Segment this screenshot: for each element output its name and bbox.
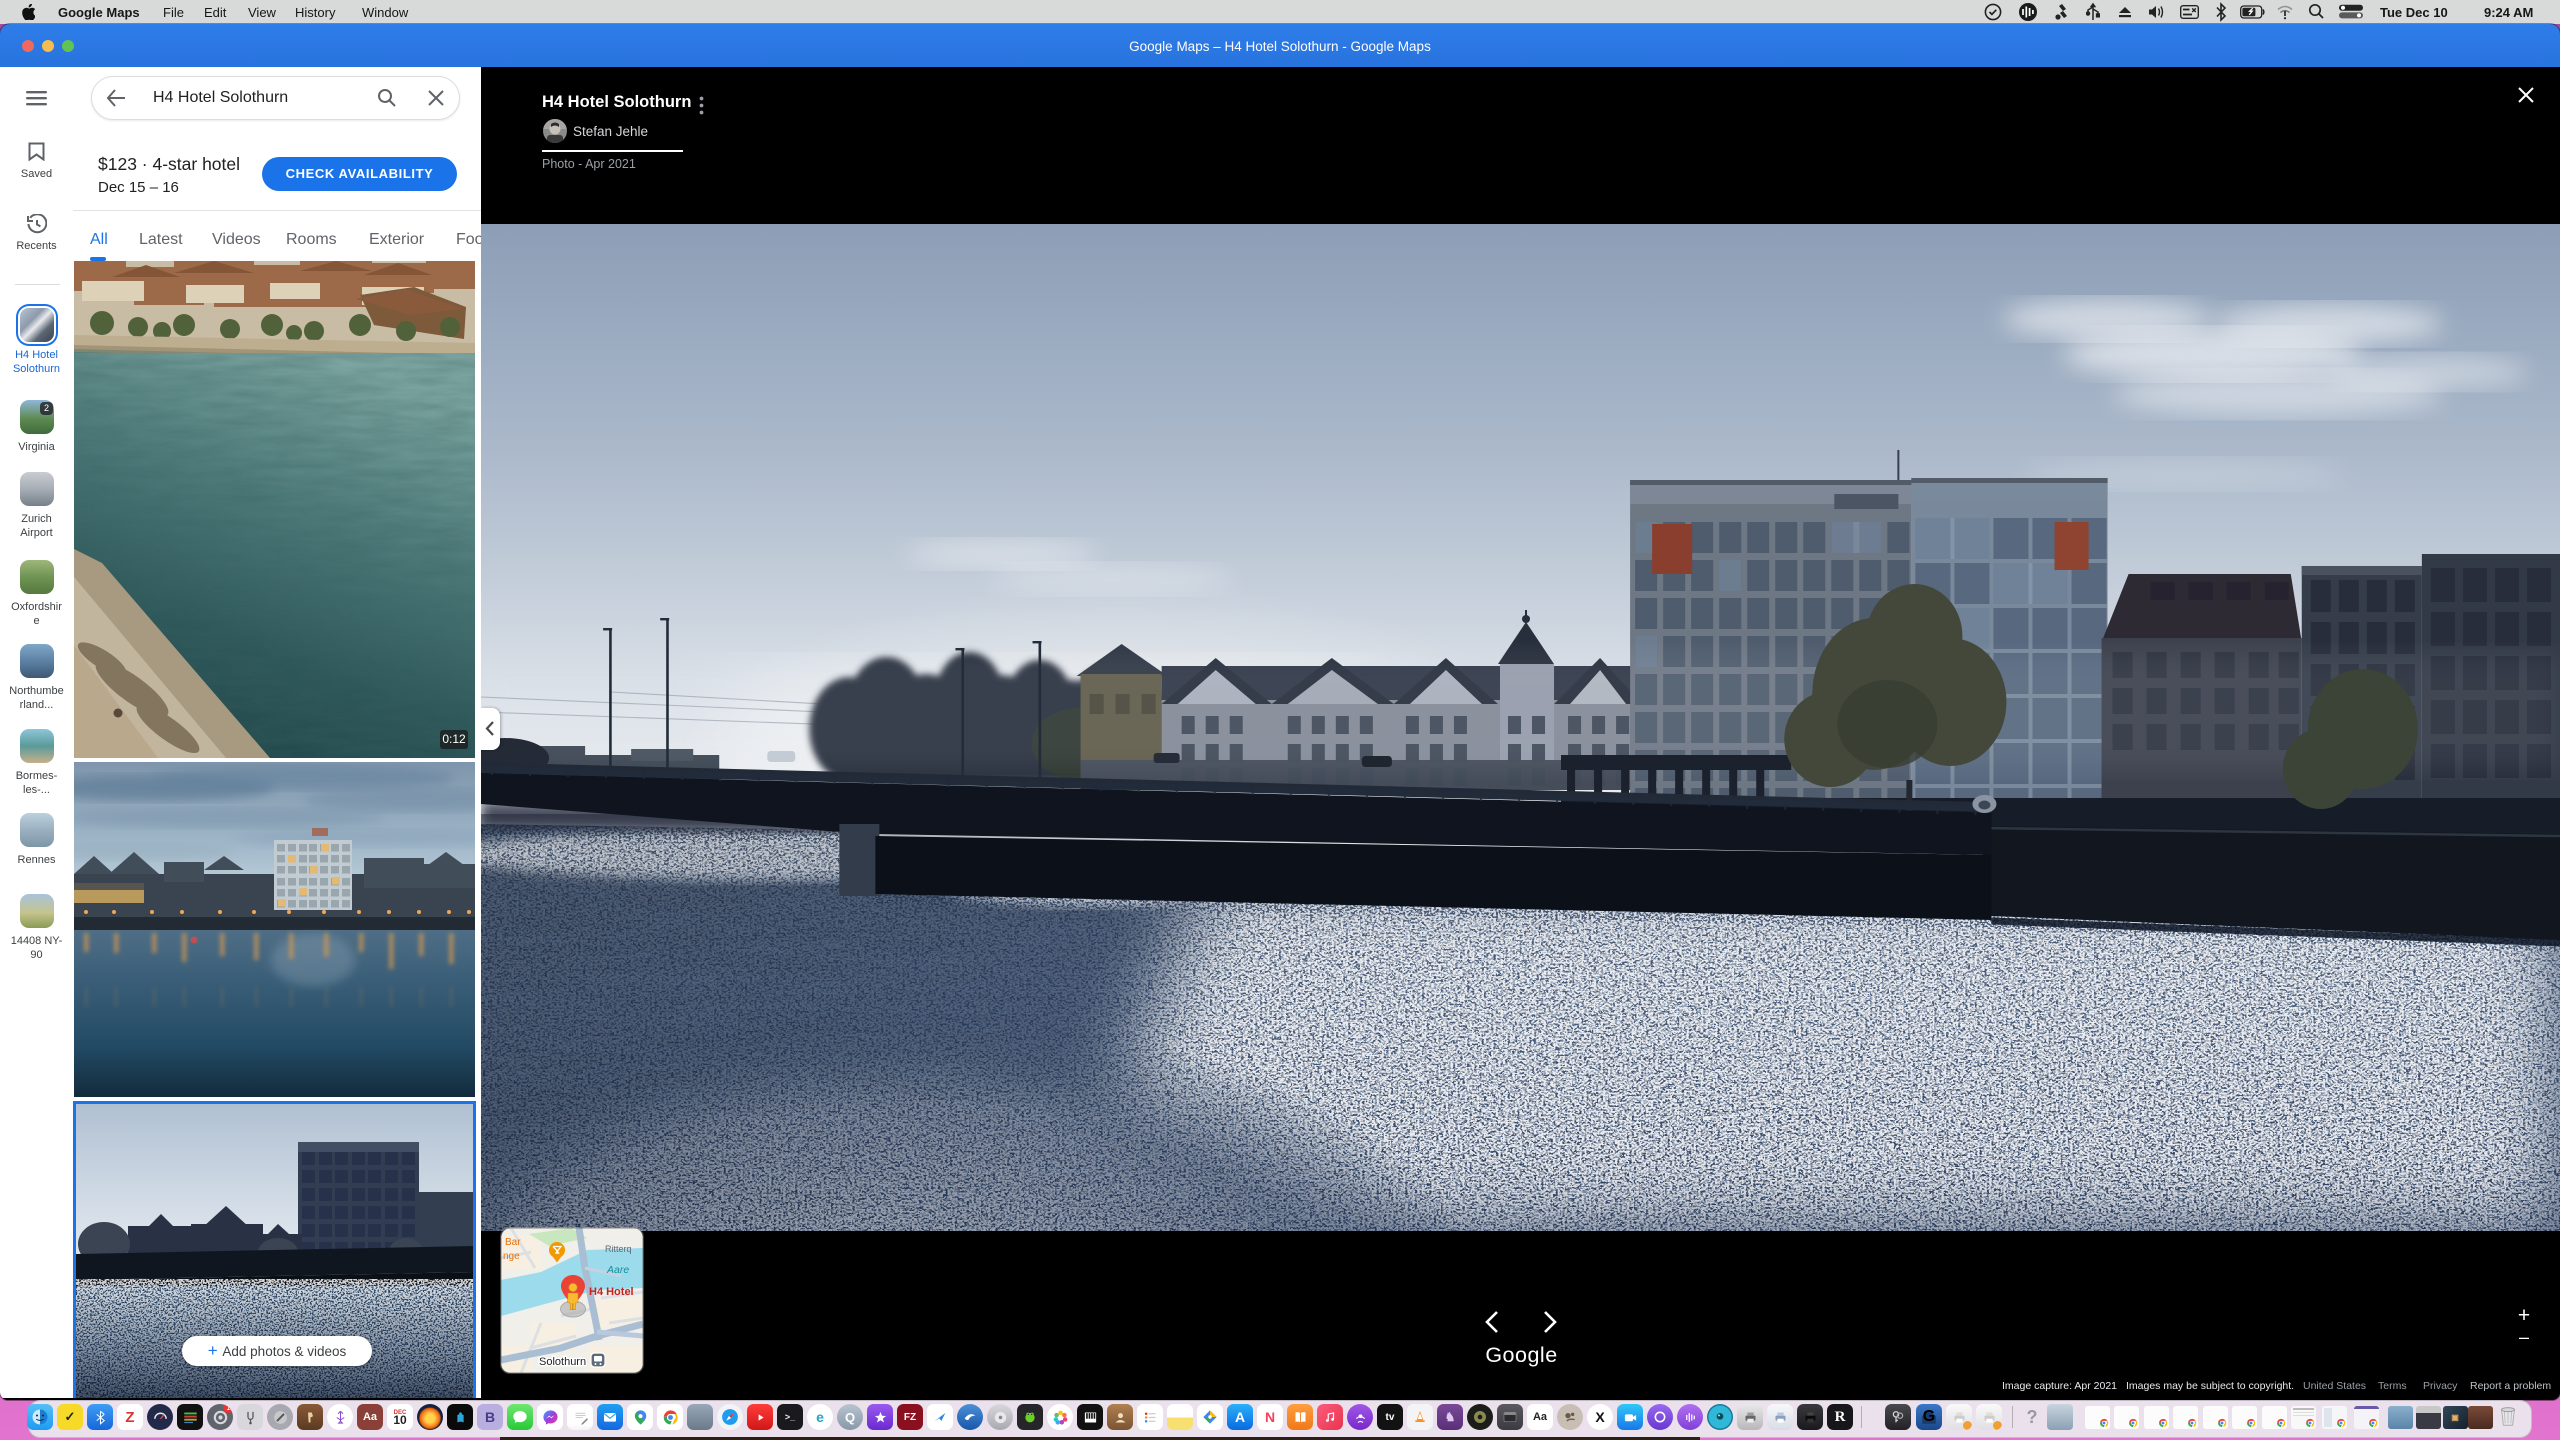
svg-text:Bar: Bar xyxy=(505,1237,521,1248)
svg-text:Solothurn: Solothurn xyxy=(539,1356,586,1368)
svg-text:Aare: Aare xyxy=(606,1264,629,1276)
svg-text:nge: nge xyxy=(503,1251,520,1262)
svg-text:H4 Hotel: H4 Hotel xyxy=(589,1286,634,1298)
svg-text:Ritterq: Ritterq xyxy=(605,1244,632,1254)
